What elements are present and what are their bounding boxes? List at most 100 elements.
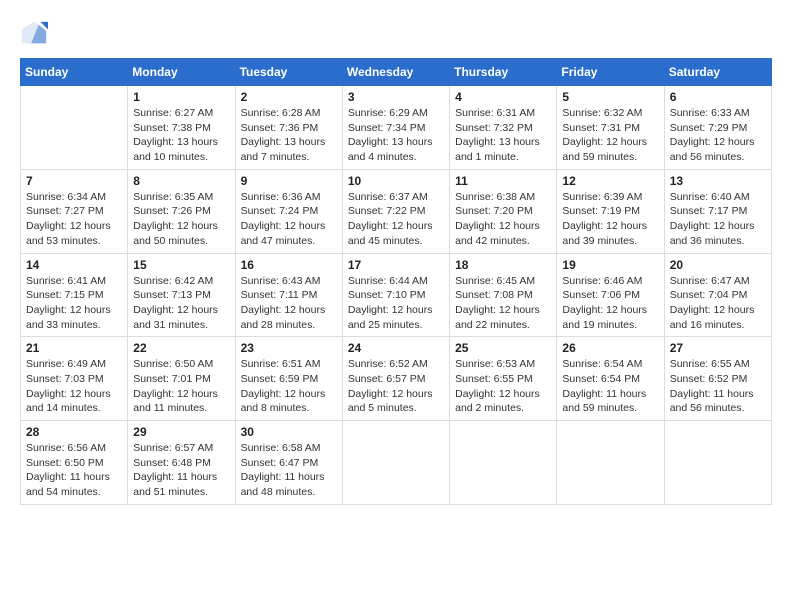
calendar-cell: 28 Sunrise: 6:56 AM Sunset: 6:50 PM Dayli… — [21, 421, 128, 505]
day-info: Sunrise: 6:35 AM Sunset: 7:26 PM Dayligh… — [133, 190, 229, 249]
day-number: 27 — [670, 341, 766, 355]
logo-icon — [20, 20, 48, 48]
day-info: Sunrise: 6:38 AM Sunset: 7:20 PM Dayligh… — [455, 190, 551, 249]
week-row-3: 14 Sunrise: 6:41 AM Sunset: 7:15 PM Dayli… — [21, 253, 772, 337]
calendar-header: SundayMondayTuesdayWednesdayThursdayFrid… — [21, 59, 772, 86]
calendar-cell: 14 Sunrise: 6:41 AM Sunset: 7:15 PM Dayli… — [21, 253, 128, 337]
day-number: 23 — [241, 341, 337, 355]
calendar-cell: 21 Sunrise: 6:49 AM Sunset: 7:03 PM Dayli… — [21, 337, 128, 421]
day-number: 5 — [562, 90, 658, 104]
calendar-cell: 26 Sunrise: 6:54 AM Sunset: 6:54 PM Dayli… — [557, 337, 664, 421]
day-info: Sunrise: 6:40 AM Sunset: 7:17 PM Dayligh… — [670, 190, 766, 249]
calendar-cell — [664, 421, 771, 505]
calendar-cell — [342, 421, 449, 505]
day-info: Sunrise: 6:37 AM Sunset: 7:22 PM Dayligh… — [348, 190, 444, 249]
day-info: Sunrise: 6:47 AM Sunset: 7:04 PM Dayligh… — [670, 274, 766, 333]
calendar-cell: 20Sunrise: 6:47 AM Sunset: 7:04 PM Dayli… — [664, 253, 771, 337]
header-cell-wednesday: Wednesday — [342, 59, 449, 86]
day-number: 4 — [455, 90, 551, 104]
header-cell-saturday: Saturday — [664, 59, 771, 86]
week-row-1: 1 Sunrise: 6:27 AM Sunset: 7:38 PM Daylig… — [21, 86, 772, 170]
calendar-cell: 30 Sunrise: 6:58 AM Sunset: 6:47 PM Dayli… — [235, 421, 342, 505]
calendar-cell: 7Sunrise: 6:34 AM Sunset: 7:27 PM Daylig… — [21, 169, 128, 253]
day-number: 6 — [670, 90, 766, 104]
calendar-cell: 16 Sunrise: 6:43 AM Sunset: 7:11 PM Dayli… — [235, 253, 342, 337]
day-info: Sunrise: 6:29 AM Sunset: 7:34 PM Dayligh… — [348, 106, 444, 165]
day-number: 28 — [26, 425, 122, 439]
day-number: 18 — [455, 258, 551, 272]
day-info: Sunrise: 6:33 AM Sunset: 7:29 PM Dayligh… — [670, 106, 766, 165]
calendar-cell: 12 Sunrise: 6:39 AM Sunset: 7:19 PM Dayli… — [557, 169, 664, 253]
day-number: 25 — [455, 341, 551, 355]
calendar-cell: 29 Sunrise: 6:57 AM Sunset: 6:48 PM Dayli… — [128, 421, 235, 505]
day-info: Sunrise: 6:42 AM Sunset: 7:13 PM Dayligh… — [133, 274, 229, 333]
header-row: SundayMondayTuesdayWednesdayThursdayFrid… — [21, 59, 772, 86]
week-row-5: 28 Sunrise: 6:56 AM Sunset: 6:50 PM Dayli… — [21, 421, 772, 505]
calendar-cell — [557, 421, 664, 505]
day-number: 13 — [670, 174, 766, 188]
day-info: Sunrise: 6:52 AM Sunset: 6:57 PM Dayligh… — [348, 357, 444, 416]
day-info: Sunrise: 6:51 AM Sunset: 6:59 PM Dayligh… — [241, 357, 337, 416]
calendar-cell: 25Sunrise: 6:53 AM Sunset: 6:55 PM Dayli… — [450, 337, 557, 421]
day-number: 29 — [133, 425, 229, 439]
calendar-cell: 17 Sunrise: 6:44 AM Sunset: 7:10 PM Dayli… — [342, 253, 449, 337]
calendar-cell: 18 Sunrise: 6:45 AM Sunset: 7:08 PM Dayli… — [450, 253, 557, 337]
calendar-cell: 24 Sunrise: 6:52 AM Sunset: 6:57 PM Dayli… — [342, 337, 449, 421]
header-cell-tuesday: Tuesday — [235, 59, 342, 86]
day-number: 30 — [241, 425, 337, 439]
calendar-cell: 22Sunrise: 6:50 AM Sunset: 7:01 PM Dayli… — [128, 337, 235, 421]
week-row-2: 7Sunrise: 6:34 AM Sunset: 7:27 PM Daylig… — [21, 169, 772, 253]
logo — [20, 20, 50, 48]
calendar-body: 1 Sunrise: 6:27 AM Sunset: 7:38 PM Daylig… — [21, 86, 772, 505]
calendar-cell: 5 Sunrise: 6:32 AM Sunset: 7:31 PM Daylig… — [557, 86, 664, 170]
day-number: 8 — [133, 174, 229, 188]
day-info: Sunrise: 6:41 AM Sunset: 7:15 PM Dayligh… — [26, 274, 122, 333]
day-info: Sunrise: 6:39 AM Sunset: 7:19 PM Dayligh… — [562, 190, 658, 249]
day-number: 2 — [241, 90, 337, 104]
calendar-cell: 10Sunrise: 6:37 AM Sunset: 7:22 PM Dayli… — [342, 169, 449, 253]
day-number: 15 — [133, 258, 229, 272]
calendar-table: SundayMondayTuesdayWednesdayThursdayFrid… — [20, 58, 772, 505]
day-number: 19 — [562, 258, 658, 272]
calendar-cell: 1 Sunrise: 6:27 AM Sunset: 7:38 PM Daylig… — [128, 86, 235, 170]
calendar-cell: 6 Sunrise: 6:33 AM Sunset: 7:29 PM Daylig… — [664, 86, 771, 170]
day-number: 26 — [562, 341, 658, 355]
day-info: Sunrise: 6:31 AM Sunset: 7:32 PM Dayligh… — [455, 106, 551, 165]
week-row-4: 21 Sunrise: 6:49 AM Sunset: 7:03 PM Dayli… — [21, 337, 772, 421]
day-info: Sunrise: 6:45 AM Sunset: 7:08 PM Dayligh… — [455, 274, 551, 333]
day-info: Sunrise: 6:44 AM Sunset: 7:10 PM Dayligh… — [348, 274, 444, 333]
calendar-cell: 13 Sunrise: 6:40 AM Sunset: 7:17 PM Dayli… — [664, 169, 771, 253]
calendar-cell: 19 Sunrise: 6:46 AM Sunset: 7:06 PM Dayli… — [557, 253, 664, 337]
day-number: 16 — [241, 258, 337, 272]
day-number: 1 — [133, 90, 229, 104]
day-number: 14 — [26, 258, 122, 272]
day-info: Sunrise: 6:46 AM Sunset: 7:06 PM Dayligh… — [562, 274, 658, 333]
day-info: Sunrise: 6:27 AM Sunset: 7:38 PM Dayligh… — [133, 106, 229, 165]
day-info: Sunrise: 6:58 AM Sunset: 6:47 PM Dayligh… — [241, 441, 337, 500]
day-info: Sunrise: 6:54 AM Sunset: 6:54 PM Dayligh… — [562, 357, 658, 416]
header-cell-thursday: Thursday — [450, 59, 557, 86]
header — [20, 20, 772, 48]
calendar-cell: 11 Sunrise: 6:38 AM Sunset: 7:20 PM Dayli… — [450, 169, 557, 253]
calendar-cell: 9Sunrise: 6:36 AM Sunset: 7:24 PM Daylig… — [235, 169, 342, 253]
calendar-cell: 4 Sunrise: 6:31 AM Sunset: 7:32 PM Daylig… — [450, 86, 557, 170]
header-cell-monday: Monday — [128, 59, 235, 86]
day-info: Sunrise: 6:56 AM Sunset: 6:50 PM Dayligh… — [26, 441, 122, 500]
day-info: Sunrise: 6:55 AM Sunset: 6:52 PM Dayligh… — [670, 357, 766, 416]
day-number: 17 — [348, 258, 444, 272]
header-cell-friday: Friday — [557, 59, 664, 86]
day-info: Sunrise: 6:28 AM Sunset: 7:36 PM Dayligh… — [241, 106, 337, 165]
day-number: 12 — [562, 174, 658, 188]
day-info: Sunrise: 6:32 AM Sunset: 7:31 PM Dayligh… — [562, 106, 658, 165]
day-info: Sunrise: 6:43 AM Sunset: 7:11 PM Dayligh… — [241, 274, 337, 333]
calendar-cell: 8 Sunrise: 6:35 AM Sunset: 7:26 PM Daylig… — [128, 169, 235, 253]
day-number: 21 — [26, 341, 122, 355]
day-info: Sunrise: 6:57 AM Sunset: 6:48 PM Dayligh… — [133, 441, 229, 500]
day-number: 22 — [133, 341, 229, 355]
day-number: 7 — [26, 174, 122, 188]
day-number: 24 — [348, 341, 444, 355]
day-info: Sunrise: 6:36 AM Sunset: 7:24 PM Dayligh… — [241, 190, 337, 249]
day-number: 11 — [455, 174, 551, 188]
calendar-cell: 3Sunrise: 6:29 AM Sunset: 7:34 PM Daylig… — [342, 86, 449, 170]
day-info: Sunrise: 6:49 AM Sunset: 7:03 PM Dayligh… — [26, 357, 122, 416]
